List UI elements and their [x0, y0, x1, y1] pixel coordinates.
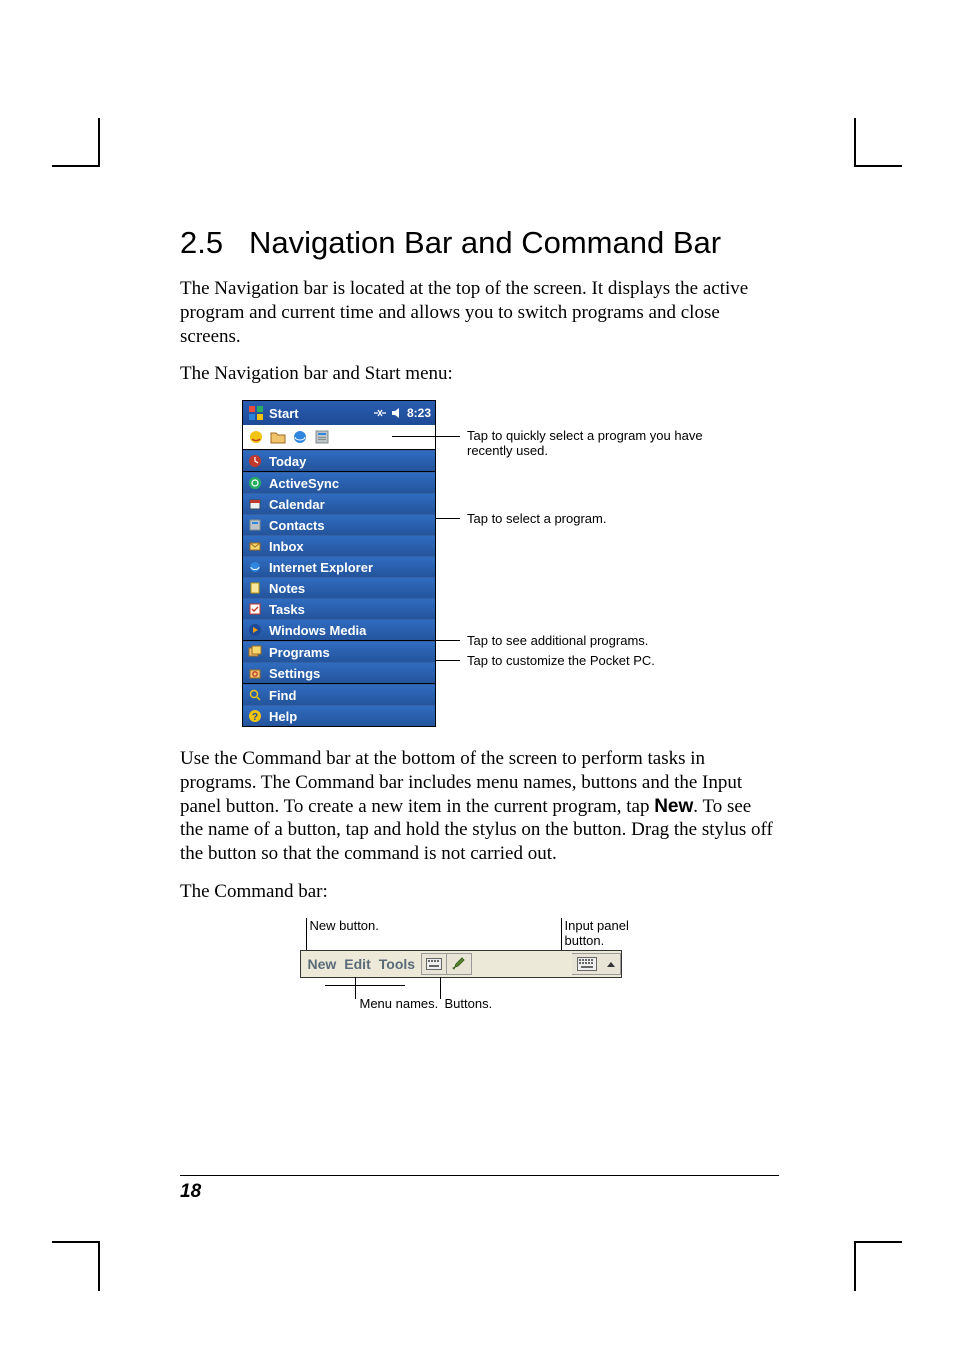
wmp-icon: [247, 622, 263, 638]
menu-item-label: Calendar: [269, 497, 325, 512]
speaker-icon: [391, 407, 403, 419]
menu-edit[interactable]: Edit: [341, 956, 373, 972]
section-title: Navigation Bar and Command Bar: [249, 225, 721, 260]
input-panel-button[interactable]: [572, 953, 603, 975]
command-bar: New Edit Tools: [300, 950, 622, 978]
menu-group-apps: ActiveSync Calendar Contacts Inbox Inter…: [243, 472, 435, 641]
menu-tools[interactable]: Tools: [376, 956, 418, 972]
menu-item-label: Today: [269, 454, 306, 469]
menu-item-today[interactable]: Today: [243, 450, 435, 471]
menu-item-contacts[interactable]: Contacts: [243, 514, 435, 535]
paragraph-4: The Command bar:: [180, 880, 779, 904]
menu-item-label: Contacts: [269, 518, 325, 533]
start-label: Start: [269, 406, 299, 421]
menu-item-label: Internet Explorer: [269, 560, 373, 575]
paragraph-3: Use the Command bar at the bottom of the…: [180, 747, 779, 866]
menu-item-ie[interactable]: Internet Explorer: [243, 556, 435, 577]
pen-icon: [452, 957, 466, 971]
svg-text:?: ?: [252, 712, 258, 723]
menu-item-inbox[interactable]: Inbox: [243, 535, 435, 556]
programs-icon: [247, 644, 263, 660]
menu-group-help: Find ? Help: [243, 684, 435, 726]
menu-item-label: Tasks: [269, 602, 305, 617]
connectivity-icon: [373, 407, 387, 419]
menu-item-help[interactable]: ? Help: [243, 705, 435, 726]
menu-item-label: Programs: [269, 645, 330, 660]
label-buttons: Buttons.: [445, 996, 493, 1011]
menu-item-label: Inbox: [269, 539, 304, 554]
msn-icon[interactable]: [247, 428, 265, 446]
menu-new[interactable]: New: [305, 956, 340, 972]
menu-group-system: Programs Settings: [243, 641, 435, 684]
inbox-icon: [247, 538, 263, 554]
triangle-up-icon: [606, 959, 616, 969]
menu-item-label: Settings: [269, 666, 320, 681]
folder-icon[interactable]: [269, 428, 287, 446]
clock-time: 8:23: [407, 406, 431, 420]
ie-icon[interactable]: [291, 428, 309, 446]
menu-item-label: Help: [269, 709, 297, 724]
callout-programs: Tap to see additional programs.: [467, 633, 717, 648]
menu-item-find[interactable]: Find: [243, 684, 435, 705]
today-icon: [247, 453, 263, 469]
menu-group-today: Today: [243, 450, 435, 472]
toolbar-button-keyboard[interactable]: [421, 953, 447, 975]
menu-item-calendar[interactable]: Calendar: [243, 493, 435, 514]
tasks-icon: [247, 601, 263, 617]
menu-item-wmp[interactable]: Windows Media: [243, 619, 435, 640]
start-menu: Start 8:23: [242, 400, 436, 727]
help-icon: ?: [247, 708, 263, 724]
activesync-icon: [247, 475, 263, 491]
label-input-panel: Input panel button.: [565, 918, 660, 948]
input-panel-arrow[interactable]: [602, 953, 621, 975]
callout-settings: Tap to customize the Pocket PC.: [467, 653, 717, 668]
new-bold: New: [654, 796, 693, 817]
menu-item-label: Windows Media: [269, 623, 366, 638]
paragraph-1: The Navigation bar is located at the top…: [180, 277, 779, 348]
label-new-button: New button.: [310, 918, 379, 933]
windows-flag-icon: [247, 404, 265, 422]
command-bar-menus: New Edit Tools: [301, 956, 423, 972]
notes-icon: [247, 580, 263, 596]
keyboard-small-icon: [426, 958, 442, 970]
keyboard-icon: [577, 957, 597, 971]
toolbar-button-pen[interactable]: [446, 953, 472, 975]
menu-item-label: Find: [269, 688, 296, 703]
contacts-icon: [247, 517, 263, 533]
menu-item-tasks[interactable]: Tasks: [243, 598, 435, 619]
status-icons: 8:23: [373, 406, 431, 420]
menu-item-settings[interactable]: Settings: [243, 662, 435, 683]
menu-item-programs[interactable]: Programs: [243, 641, 435, 662]
calendar-icon: [247, 496, 263, 512]
callout-program-list: Tap to select a program.: [467, 511, 717, 526]
nav-bar[interactable]: Start 8:23: [243, 401, 435, 425]
menu-item-notes[interactable]: Notes: [243, 577, 435, 598]
footer-rule: [180, 1175, 779, 1176]
ie-icon: [247, 559, 263, 575]
page-number: 18: [180, 1181, 201, 1203]
menu-item-label: Notes: [269, 581, 305, 596]
paragraph-2: The Navigation bar and Start menu:: [180, 362, 779, 386]
menu-item-activesync[interactable]: ActiveSync: [243, 472, 435, 493]
menu-item-label: ActiveSync: [269, 476, 339, 491]
section-number: 2.5: [180, 225, 223, 260]
start-menu-figure: Start 8:23: [242, 400, 717, 735]
find-icon: [247, 687, 263, 703]
callout-recent: Tap to quickly select a program you have…: [467, 428, 717, 458]
section-heading: 2.5 Navigation Bar and Command Bar: [180, 225, 779, 261]
label-menu-names: Menu names.: [360, 996, 439, 1011]
recent-programs-row[interactable]: [243, 425, 435, 450]
contacts-icon[interactable]: [313, 428, 331, 446]
settings-icon: [247, 665, 263, 681]
command-bar-figure: New button. Input panel button. New Edit…: [300, 918, 660, 1033]
